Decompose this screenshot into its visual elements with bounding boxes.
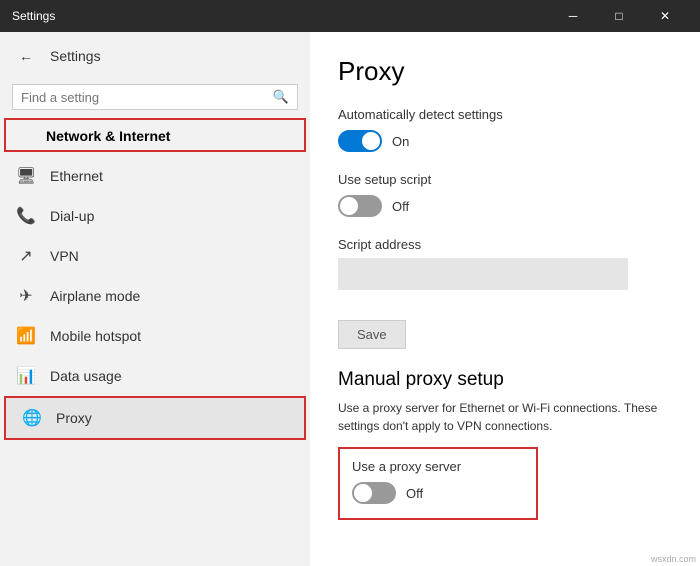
- maximize-button[interactable]: □: [596, 0, 642, 32]
- content-area: Proxy Automatically detect settings On U…: [310, 32, 700, 566]
- sidebar-item-label: Proxy: [56, 410, 92, 426]
- save-button[interactable]: Save: [338, 320, 406, 349]
- sidebar-item-vpn[interactable]: ↗ VPN: [0, 236, 310, 276]
- sidebar-item-airplane[interactable]: ✈ Airplane mode: [0, 276, 310, 316]
- proxy-server-box: Use a proxy server Off: [338, 447, 538, 520]
- setup-script-label: Use setup script: [338, 172, 672, 187]
- watermark: wsxdn.com: [651, 554, 696, 564]
- setup-script-thumb: [340, 197, 358, 215]
- proxy-server-state: Off: [406, 486, 423, 501]
- datausage-icon: 📊: [16, 366, 36, 386]
- script-address-group: Script address: [338, 237, 672, 300]
- proxy-icon: 🌐: [22, 408, 42, 428]
- vpn-icon: ↗: [16, 246, 36, 266]
- dialup-icon: 📞: [16, 206, 36, 226]
- auto-detect-toggle[interactable]: [338, 130, 382, 152]
- proxy-server-toggle[interactable]: [352, 482, 396, 504]
- sidebar-item-ethernet[interactable]: 🖥 Ethernet: [0, 156, 310, 196]
- minimize-button[interactable]: ─: [550, 0, 596, 32]
- manual-section-title: Manual proxy setup: [338, 369, 672, 391]
- ethernet-icon: 🖥: [16, 166, 36, 186]
- sidebar-item-proxy[interactable]: 🌐 Proxy: [4, 396, 306, 440]
- script-address-input[interactable]: [338, 258, 628, 290]
- proxy-server-label: Use a proxy server: [352, 459, 524, 474]
- sidebar-item-label: VPN: [50, 248, 79, 264]
- proxy-server-toggle-row: Off: [352, 482, 524, 504]
- setup-script-toggle[interactable]: [338, 195, 382, 217]
- search-box: 🔍: [12, 84, 298, 110]
- title-bar-text: Settings: [12, 9, 550, 23]
- proxy-server-thumb: [354, 484, 372, 502]
- sidebar-item-dialup[interactable]: 📞 Dial-up: [0, 196, 310, 236]
- sidebar-item-label: Airplane mode: [50, 288, 140, 304]
- auto-detect-thumb: [362, 132, 380, 150]
- title-bar: Settings ─ □ ✕: [0, 0, 700, 32]
- network-internet-section[interactable]: Network & Internet: [4, 118, 306, 152]
- page-title: Proxy: [338, 56, 672, 87]
- auto-detect-label: Automatically detect settings: [338, 107, 672, 122]
- sidebar-item-datausage[interactable]: 📊 Data usage: [0, 356, 310, 396]
- sidebar-item-label: Mobile hotspot: [50, 328, 141, 344]
- search-input[interactable]: [21, 90, 267, 105]
- setup-script-toggle-row: Off: [338, 195, 672, 217]
- app-body: ← Settings 🔍 Network & Internet 🖥 Ethern…: [0, 32, 700, 566]
- auto-detect-state: On: [392, 134, 409, 149]
- auto-detect-group: Automatically detect settings On: [338, 107, 672, 152]
- sidebar: ← Settings 🔍 Network & Internet 🖥 Ethern…: [0, 32, 310, 566]
- search-icon: 🔍: [273, 89, 289, 105]
- sidebar-item-label: Dial-up: [50, 208, 94, 224]
- hotspot-icon: 📶: [16, 326, 36, 346]
- setup-script-group: Use setup script Off: [338, 172, 672, 217]
- back-button[interactable]: ←: [12, 42, 40, 70]
- setup-script-state: Off: [392, 199, 409, 214]
- script-address-label: Script address: [338, 237, 672, 252]
- airplane-icon: ✈: [16, 286, 36, 306]
- sidebar-item-label: Data usage: [50, 368, 122, 384]
- title-bar-controls: ─ □ ✕: [550, 0, 688, 32]
- sidebar-header: ← Settings: [0, 32, 310, 80]
- close-button[interactable]: ✕: [642, 0, 688, 32]
- manual-section-desc: Use a proxy server for Ethernet or Wi-Fi…: [338, 399, 672, 435]
- sidebar-title: Settings: [50, 48, 101, 64]
- sidebar-item-hotspot[interactable]: 📶 Mobile hotspot: [0, 316, 310, 356]
- auto-detect-toggle-row: On: [338, 130, 672, 152]
- sidebar-item-label: Ethernet: [50, 168, 103, 184]
